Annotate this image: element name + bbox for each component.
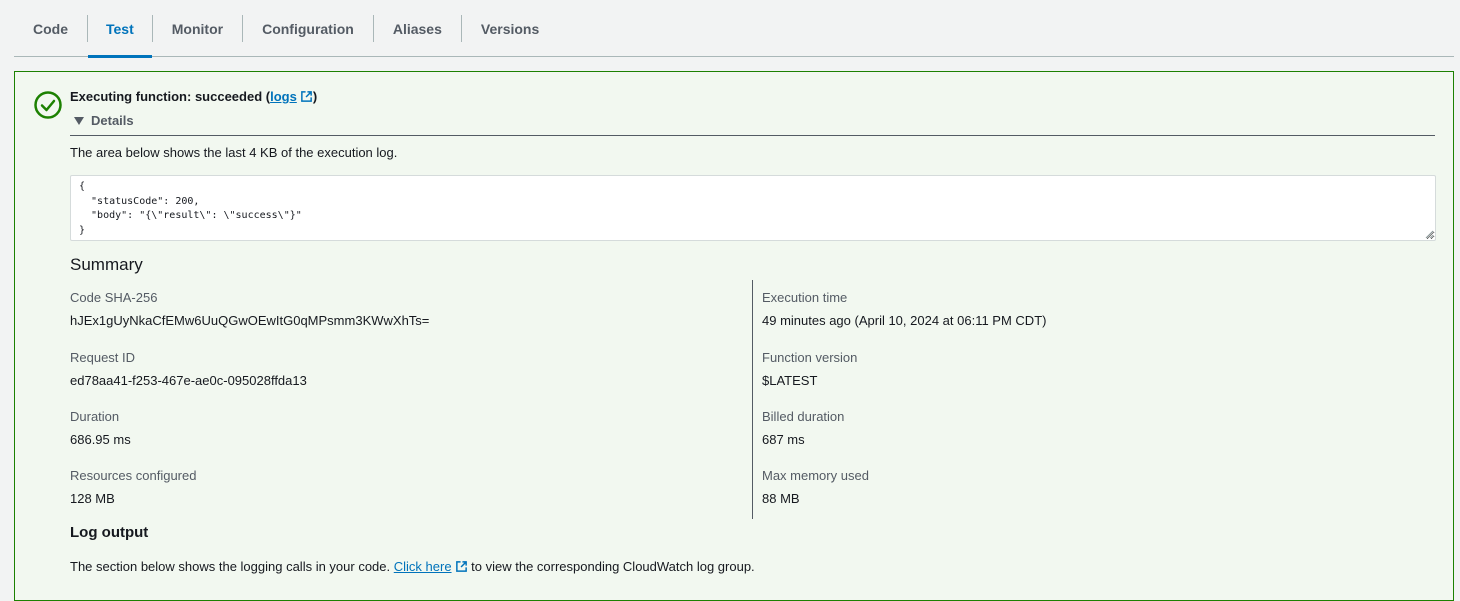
caret-down-icon: [74, 117, 84, 125]
billed-duration-label: Billed duration: [762, 409, 845, 424]
tab-code[interactable]: Code: [14, 0, 87, 57]
code-sha-field: Code SHA-256 hJEx1gUyNkaCfEMw6UuQGwOEwIt…: [70, 290, 429, 328]
execution-time-label: Execution time: [762, 290, 848, 305]
execution-log-textarea[interactable]: { "statusCode": 200, "body": "{\"result\…: [70, 175, 1436, 241]
function-version-label: Function version: [762, 350, 858, 365]
max-memory-label: Max memory used: [762, 468, 869, 483]
success-check-icon: [34, 91, 62, 119]
execution-status-prefix: Executing function: succeeded (: [70, 89, 271, 104]
request-id-field: Request ID ed78aa41-f253-467e-ae0c-09502…: [70, 350, 307, 388]
tab-versions-label: Versions: [480, 20, 540, 37]
summary-column-divider: [752, 280, 753, 519]
log-output-desc-suffix: to view the corresponding CloudWatch log…: [467, 559, 755, 574]
duration-label: Duration: [70, 409, 120, 424]
cloudwatch-link-label: Click here: [393, 559, 452, 574]
duration-value: 686.95 ms: [70, 432, 131, 447]
execution-status: Executing function: succeeded (logs): [70, 89, 317, 104]
external-link-icon: [300, 91, 312, 102]
execution-time-field: Execution time 49 minutes ago (April 10,…: [762, 290, 1046, 328]
tab-monitor[interactable]: Monitor: [153, 0, 242, 57]
function-version-field: Function version $LATEST: [762, 350, 857, 388]
details-label: Details: [91, 113, 134, 128]
log-output-desc-prefix: The section below shows the logging call…: [70, 559, 394, 574]
summary-title: Summary: [70, 255, 143, 274]
duration-field: Duration 686.95 ms: [70, 409, 131, 447]
billed-duration-value: 687 ms: [762, 432, 805, 447]
request-id-value: ed78aa41-f253-467e-ae0c-095028ffda13: [70, 373, 307, 388]
tab-bar: Code Test Monitor Configuration Aliases …: [14, 0, 1454, 58]
tab-code-label: Code: [33, 20, 68, 37]
code-sha-label: Code SHA-256: [70, 290, 158, 305]
logs-link[interactable]: logs: [270, 89, 313, 104]
function-version-value: $LATEST: [762, 373, 818, 388]
execution-log-text: { "statusCode": 200, "body": "{\"result\…: [79, 181, 302, 236]
execution-time-value: 49 minutes ago (April 10, 2024 at 06:11 …: [762, 313, 1047, 328]
log-output-title: Log output: [70, 524, 149, 541]
tab-monitor-label: Monitor: [171, 20, 224, 37]
log-output-description: The section below shows the logging call…: [70, 559, 755, 574]
resize-handle-icon[interactable]: [1425, 230, 1434, 239]
tab-aliases-label: Aliases: [392, 20, 442, 37]
tab-configuration[interactable]: Configuration: [243, 0, 373, 57]
max-memory-field: Max memory used 88 MB: [762, 468, 869, 506]
tab-configuration-label: Configuration: [262, 20, 354, 37]
tab-aliases[interactable]: Aliases: [374, 0, 461, 57]
request-id-label: Request ID: [70, 350, 136, 365]
external-link-icon: [455, 561, 467, 572]
resources-configured-field: Resources configured 128 MB: [70, 468, 196, 506]
details-toggle[interactable]: Details: [70, 113, 1435, 136]
tab-versions[interactable]: Versions: [462, 0, 558, 57]
resources-configured-label: Resources configured: [70, 468, 197, 483]
resources-configured-value: 128 MB: [70, 491, 115, 506]
execution-status-suffix: ): [312, 89, 318, 104]
logs-link-label: logs: [270, 89, 297, 104]
code-sha-value: hJEx1gUyNkaCfEMw6UuQGwOEwItG0qMPsmm3KWwX…: [70, 313, 430, 328]
execution-result-panel: Executing function: succeeded (logs) Det…: [14, 71, 1454, 601]
max-memory-value: 88 MB: [762, 491, 800, 506]
tab-test-label: Test: [106, 20, 134, 37]
billed-duration-field: Billed duration 687 ms: [762, 409, 844, 447]
log-description: The area below shows the last 4 KB of th…: [70, 145, 398, 160]
cloudwatch-link[interactable]: Click here: [394, 559, 468, 574]
tab-test[interactable]: Test: [88, 0, 152, 58]
